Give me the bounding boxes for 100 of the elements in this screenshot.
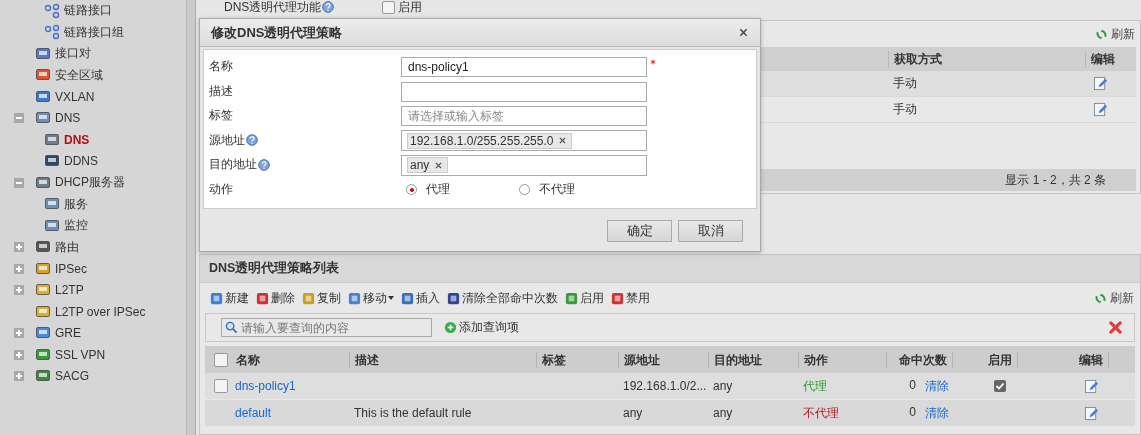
square-icon — [446, 290, 461, 306]
table-cell: any — [623, 406, 643, 420]
search-field[interactable]: 请输入要查询的内容 — [221, 318, 432, 337]
tree-toggle[interactable] — [14, 285, 24, 296]
tag-input-field[interactable]: any — [401, 154, 647, 176]
plus-icon — [444, 321, 457, 334]
radio-label: 代理 — [426, 181, 450, 199]
refresh-button[interactable]: 刷新 — [1095, 25, 1135, 43]
tree-toggle[interactable] — [14, 349, 24, 360]
field-label: 源地址 — [209, 131, 245, 149]
enabled-checkbox[interactable] — [994, 380, 1006, 392]
action-text: 代理 — [803, 378, 827, 393]
tree-toggle[interactable] — [14, 371, 24, 382]
tree-item[interactable]: VXLAN — [55, 89, 95, 104]
node-icon — [35, 174, 51, 191]
splitter-bar[interactable] — [186, 0, 196, 435]
field-label: 目的地址 — [209, 156, 257, 173]
action-text: 不代理 — [803, 405, 839, 420]
tree-item[interactable]: DHCP服务器 — [55, 174, 125, 192]
remove-icon[interactable] — [559, 137, 567, 145]
tree-item[interactable]: 链路接口 — [64, 2, 112, 20]
clear-link[interactable]: 清除 — [925, 404, 949, 422]
radio-button[interactable] — [519, 184, 530, 196]
node-icon — [44, 131, 60, 148]
toolbar-button[interactable]: 复制 — [301, 289, 341, 307]
square-icon — [347, 290, 362, 306]
toolbar-button[interactable]: 插入 — [400, 289, 440, 307]
table-cell-text: 手动 — [892, 101, 918, 118]
tree-item[interactable]: 监控 — [64, 217, 88, 235]
tree-item[interactable]: 路由 — [55, 238, 79, 256]
toolbar-button[interactable]: 新建 — [209, 289, 249, 307]
column-header: 编辑 — [1073, 351, 1109, 368]
help-icon[interactable] — [258, 158, 270, 171]
tree-item[interactable]: SSL VPN — [55, 347, 106, 362]
tree-item[interactable]: 服务 — [64, 195, 88, 213]
tree-item[interactable]: 链路接口组 — [64, 23, 124, 41]
dialog-button[interactable]: 取消 — [678, 220, 743, 242]
tree-item[interactable]: DDNS — [64, 154, 98, 169]
policy-name-link[interactable]: default — [235, 406, 272, 420]
help-icon[interactable] — [322, 1, 335, 13]
tree-item[interactable]: DNS — [55, 111, 81, 126]
hit-count: 0 — [909, 377, 916, 394]
edit-icon[interactable] — [1083, 405, 1099, 421]
checkbox[interactable] — [382, 0, 396, 14]
edit-icon[interactable] — [1092, 102, 1108, 117]
clear-icon[interactable] — [1109, 321, 1122, 334]
tree-item[interactable]: L2TP over IPSec — [55, 304, 146, 319]
dialog-button[interactable]: 确定 — [607, 220, 672, 242]
checkbox-label: 启用 — [398, 0, 423, 16]
add-query-button[interactable]: 添加查询项 — [444, 319, 519, 336]
clear-link[interactable]: 清除 — [925, 377, 949, 395]
node-icon — [35, 260, 51, 277]
tree-item[interactable]: SACG — [55, 369, 89, 384]
column-header: 标签 — [537, 351, 619, 368]
tree-item[interactable]: L2TP — [55, 283, 84, 298]
column-header: 源地址 — [619, 351, 709, 368]
tree-item[interactable]: DNS — [64, 132, 90, 147]
panel-title: DNS透明代理策略列表 — [200, 255, 1140, 283]
refresh-button[interactable]: 刷新 — [1094, 289, 1134, 307]
input-field[interactable]: 请选择或输入标签 — [401, 106, 647, 127]
column-header: 启用 — [982, 351, 1018, 368]
edit-icon[interactable] — [1092, 76, 1108, 91]
toolbar-button[interactable]: 移动 — [347, 289, 394, 307]
tree-item[interactable]: 安全区域 — [55, 66, 103, 84]
edit-icon[interactable] — [1083, 378, 1099, 394]
column-header: 获取方式 — [888, 50, 1064, 68]
column-header: 编辑 — [1085, 50, 1115, 68]
tree-toggle[interactable] — [14, 113, 24, 124]
radio-button[interactable] — [406, 184, 417, 196]
tree-item[interactable]: 接口对 — [55, 45, 91, 63]
policy-name-link[interactable]: dns-policy1 — [235, 379, 296, 393]
input-field[interactable] — [401, 81, 647, 102]
remove-icon[interactable] — [435, 161, 443, 169]
close-icon[interactable] — [739, 28, 748, 37]
node-icon — [44, 217, 60, 234]
table-cell: any — [713, 406, 733, 420]
table-cell: This is the default rule — [354, 406, 472, 420]
select-all-checkbox[interactable] — [214, 352, 228, 367]
link-nodes-icon — [44, 2, 60, 19]
help-icon[interactable] — [246, 134, 258, 146]
toolbar-button[interactable]: 清除全部命中次数 — [446, 289, 558, 307]
tree-toggle[interactable] — [14, 328, 24, 339]
input-field[interactable]: dns-policy1 — [401, 57, 647, 78]
tag-input-field[interactable]: 192.168.1.0/255.255.255.0 — [401, 130, 647, 152]
row-checkbox[interactable] — [214, 379, 228, 393]
column-header: 名称 — [231, 351, 350, 368]
column-header: 命中次数 — [887, 351, 953, 368]
node-icon — [35, 88, 51, 105]
column-header: 目的地址 — [709, 351, 799, 368]
toolbar-button[interactable]: 启用 — [564, 289, 604, 307]
column-header: 动作 — [799, 351, 887, 368]
tree-item[interactable]: IPSec — [55, 261, 87, 276]
tree-toggle[interactable] — [14, 263, 24, 274]
search-icon — [225, 321, 238, 334]
tree-toggle[interactable] — [14, 242, 24, 253]
tree-item[interactable]: GRE — [55, 326, 81, 341]
tree-toggle[interactable] — [14, 177, 24, 188]
address-tag: any — [407, 157, 449, 174]
toolbar-button[interactable]: 禁用 — [610, 289, 650, 307]
toolbar-button[interactable]: 删除 — [255, 289, 295, 307]
